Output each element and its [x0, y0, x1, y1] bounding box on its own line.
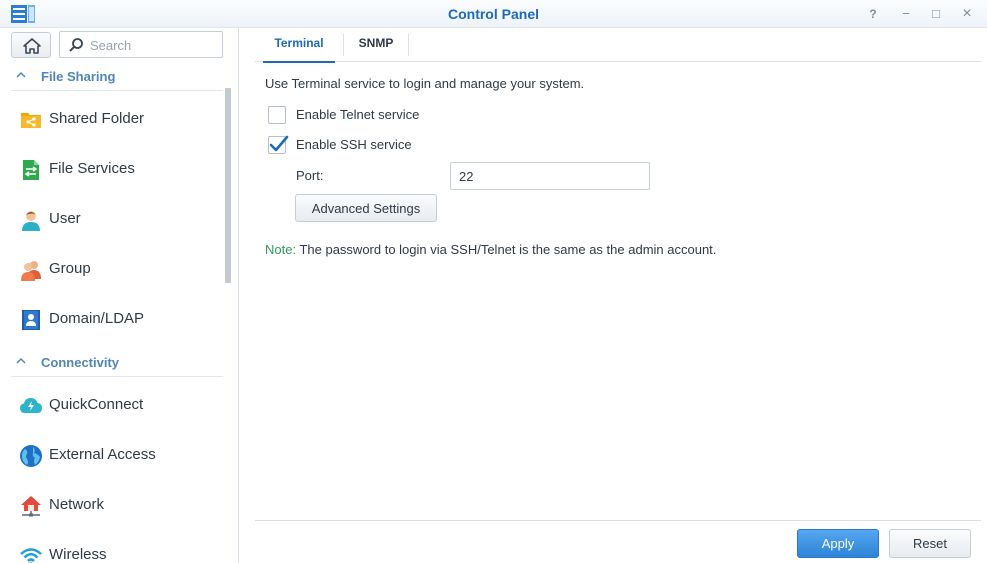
search-icon: [69, 38, 83, 52]
network-icon: [21, 496, 41, 517]
sidebar-item-label: External Access: [49, 446, 156, 463]
user-icon: [22, 211, 40, 231]
shared-folder-icon: [21, 113, 41, 128]
wireless-icon: [20, 548, 42, 563]
file-services-icon: [23, 160, 39, 180]
sidebar-item-quickconnect[interactable]: QuickConnect: [11, 382, 223, 428]
sidebar-item-file-services[interactable]: File Services: [11, 146, 223, 192]
section-connectivity[interactable]: Connectivity: [11, 349, 223, 377]
ssh-checkbox[interactable]: [268, 135, 289, 154]
footer-divider: [255, 520, 981, 521]
window-title: Control Panel: [447, 6, 539, 22]
title-bar: Control Panel ? − □ ×: [0, 0, 987, 28]
tab-snmp[interactable]: SNMP: [344, 30, 408, 62]
sidebar-item-label: File Services: [49, 160, 135, 177]
search-field[interactable]: [59, 31, 223, 58]
search-input[interactable]: [90, 36, 215, 54]
terminal-description: Use Terminal service to login and manage…: [265, 76, 585, 91]
sidebar-item-label: Shared Folder: [49, 110, 145, 127]
sidebar-item-label: Domain/LDAP: [49, 310, 145, 327]
sidebar-item-label: Wireless: [49, 546, 107, 563]
tab-terminal[interactable]: Terminal: [255, 30, 343, 63]
section-file-sharing[interactable]: File Sharing: [11, 63, 223, 91]
chevron-up-icon: [16, 71, 26, 78]
telnet-checkbox[interactable]: [268, 106, 286, 124]
apply-button[interactable]: Apply: [797, 529, 879, 558]
quickconnect-icon: [20, 398, 42, 413]
group-icon: [21, 261, 41, 281]
sidebar-item-user[interactable]: User: [11, 196, 223, 242]
tab-divider: [408, 34, 409, 56]
sidebar-item-domain-ldap[interactable]: Domain/LDAP: [11, 296, 223, 342]
close-button[interactable]: ×: [958, 5, 976, 23]
sidebar-scrollbar[interactable]: [225, 88, 231, 283]
telnet-label[interactable]: Enable Telnet service: [296, 107, 419, 122]
note-body: The password to login via SSH/Telnet is …: [296, 242, 717, 257]
ssh-label[interactable]: Enable SSH service: [296, 137, 412, 152]
sidebar-item-label: Group: [49, 260, 91, 277]
port-label: Port:: [296, 168, 324, 183]
sidebar-item-shared-folder[interactable]: Shared Folder: [11, 96, 223, 142]
sidebar: File Sharing Shared Folder File Services…: [0, 28, 239, 563]
port-input[interactable]: [450, 162, 650, 190]
reset-button[interactable]: Reset: [889, 529, 971, 558]
sidebar-item-external-access[interactable]: External Access: [11, 432, 223, 478]
help-button[interactable]: ?: [864, 5, 882, 23]
chevron-up-icon: [16, 357, 26, 364]
note-tag: Note:: [265, 242, 297, 257]
section-label: File Sharing: [41, 69, 116, 84]
domain-ldap-icon: [22, 310, 40, 330]
sidebar-item-label: QuickConnect: [49, 396, 144, 413]
sidebar-item-group[interactable]: Group: [11, 246, 223, 292]
section-label: Connectivity: [41, 355, 120, 370]
checkmark-icon: [269, 135, 289, 152]
sidebar-item-label: User: [49, 210, 81, 227]
minimize-button[interactable]: −: [897, 5, 915, 23]
external-access-icon: [20, 445, 42, 467]
advanced-settings-button[interactable]: Advanced Settings: [295, 194, 437, 222]
note-text: Note: The password to login via SSH/Teln…: [265, 242, 716, 257]
home-button[interactable]: [11, 32, 51, 58]
home-icon: [23, 38, 41, 54]
tab-bar: Terminal SNMP: [255, 30, 981, 63]
sidebar-item-network[interactable]: Network: [11, 482, 223, 528]
maximize-button[interactable]: □: [927, 5, 945, 23]
sidebar-item-label: Network: [49, 496, 105, 513]
sidebar-item-wireless[interactable]: Wireless: [11, 532, 223, 563]
